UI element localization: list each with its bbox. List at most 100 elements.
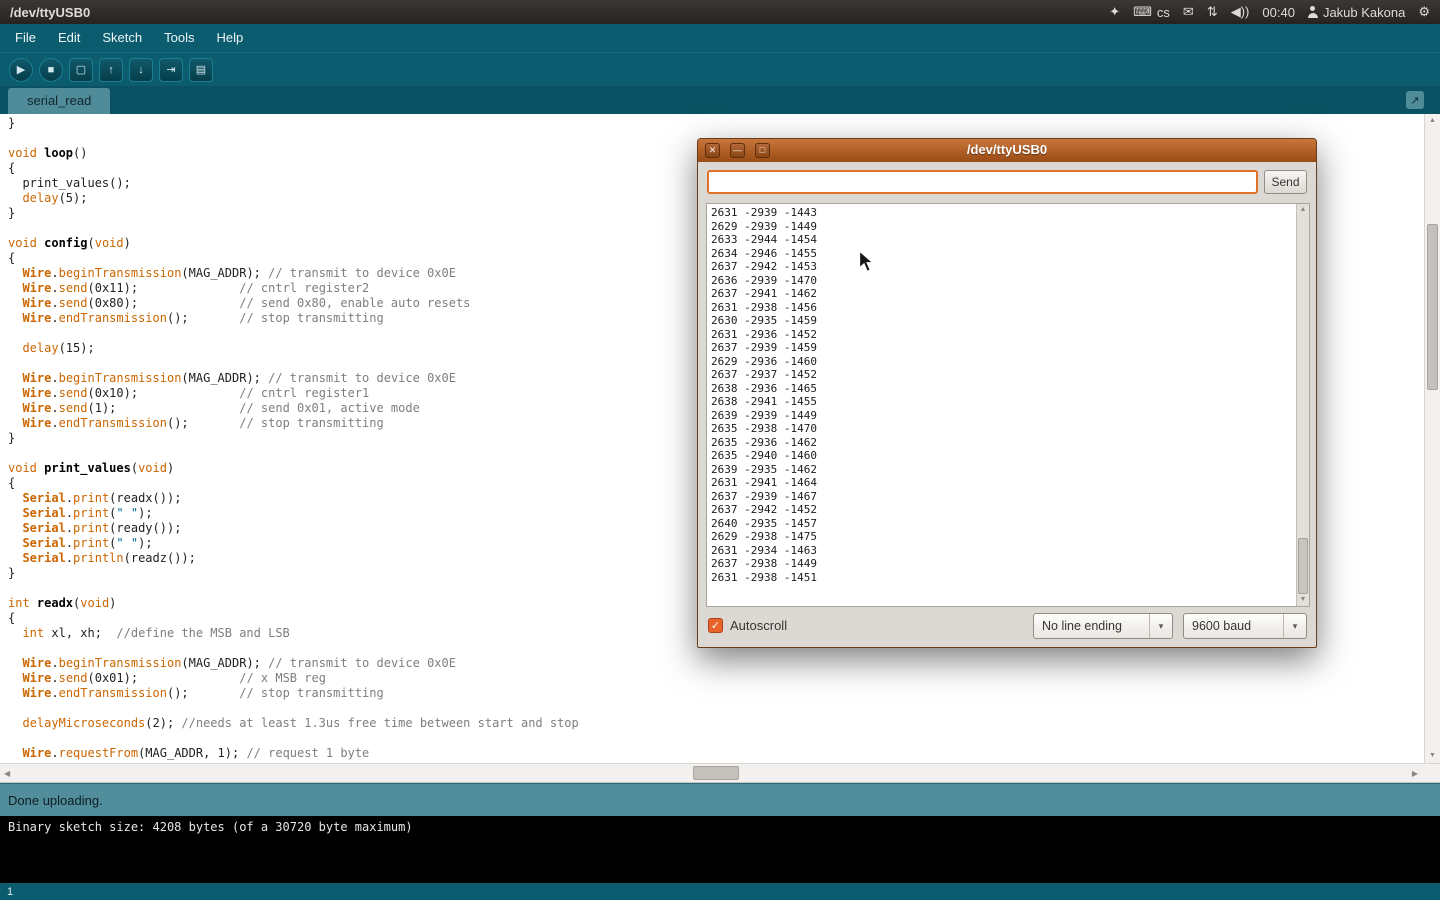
maximize-button[interactable]: □ bbox=[755, 143, 770, 158]
serial-monitor-button[interactable]: ▤ bbox=[189, 58, 213, 82]
scroll-right-icon[interactable]: ▶ bbox=[1412, 769, 1418, 778]
clock-text: 00:40 bbox=[1262, 5, 1295, 20]
editor-vscroll-thumb[interactable] bbox=[1427, 224, 1438, 390]
scroll-up-icon[interactable]: ▲ bbox=[1425, 116, 1440, 126]
verify-button[interactable]: ▶ bbox=[9, 58, 33, 82]
menu-item-help[interactable]: Help bbox=[205, 24, 254, 52]
down-arrow-icon: ↓ bbox=[138, 64, 144, 76]
serial-line: 2637 -2939 -1459 bbox=[711, 341, 1293, 355]
network-indicator-icon: ⇅ bbox=[1207, 4, 1218, 20]
serial-line: 2637 -2938 -1449 bbox=[711, 557, 1293, 571]
scroll-down-icon[interactable]: ▼ bbox=[1297, 595, 1309, 605]
code-line: Wire.endTransmission(); // stop transmit… bbox=[8, 686, 1418, 701]
menu-item-tools[interactable]: Tools bbox=[153, 24, 205, 52]
volume-indicator[interactable]: ◀)) bbox=[1231, 4, 1250, 20]
chevron-down-icon[interactable]: ▾ bbox=[1283, 614, 1306, 638]
serial-line: 2637 -2937 -1452 bbox=[711, 368, 1293, 382]
open-sketch-button[interactable]: ↑ bbox=[99, 58, 123, 82]
code-line bbox=[8, 701, 1418, 716]
session-menu-icon: ⚙ bbox=[1418, 4, 1430, 20]
serial-output: 2631 -2939 -14432629 -2939 -14492633 -29… bbox=[711, 206, 1293, 584]
autoscroll-label: Autoscroll bbox=[730, 618, 787, 633]
keyboard-indicator[interactable]: ⌨ cs bbox=[1133, 4, 1170, 20]
keyboard-indicator-icon: ⌨ bbox=[1133, 4, 1152, 20]
serial-line: 2634 -2946 -1455 bbox=[711, 247, 1293, 261]
scroll-down-icon[interactable]: ▼ bbox=[1425, 751, 1440, 761]
serial-monitor-title: /dev/ttyUSB0 bbox=[698, 142, 1316, 157]
serial-line: 2640 -2935 -1457 bbox=[711, 517, 1293, 531]
code-line: } bbox=[8, 116, 1418, 131]
serial-line: 2637 -2939 -1467 bbox=[711, 490, 1293, 504]
serial-line: 2631 -2938 -1451 bbox=[711, 571, 1293, 585]
editor-horizontal-scrollbar[interactable]: ◀ ▶ bbox=[0, 763, 1440, 783]
bluetooth-indicator[interactable]: ✦ bbox=[1109, 4, 1120, 20]
user-menu[interactable]: Jakub Kakona bbox=[1308, 5, 1405, 20]
maximize-icon: □ bbox=[760, 145, 765, 155]
up-arrow-icon: ↑ bbox=[108, 64, 114, 76]
code-line bbox=[8, 731, 1418, 746]
user-menu-text: Jakub Kakona bbox=[1323, 5, 1405, 20]
right-arrow-icon: ⇥ bbox=[166, 63, 175, 76]
editor-hscroll-thumb[interactable] bbox=[693, 766, 739, 780]
baud-rate-value: 9600 baud bbox=[1184, 619, 1283, 633]
serial-line: 2638 -2941 -1455 bbox=[711, 395, 1293, 409]
new-sketch-button[interactable]: ▢ bbox=[69, 58, 93, 82]
scroll-left-icon[interactable]: ◀ bbox=[4, 769, 10, 778]
menu-item-edit[interactable]: Edit bbox=[47, 24, 91, 52]
network-indicator[interactable]: ⇅ bbox=[1207, 4, 1218, 20]
tabbar: serial_read ↗ bbox=[0, 86, 1440, 114]
send-button[interactable]: Send bbox=[1264, 170, 1307, 194]
menubar: FileEditSketchToolsHelp bbox=[0, 24, 1440, 52]
console-line: Binary sketch size: 4208 bytes (of a 307… bbox=[8, 820, 413, 834]
console-output: Binary sketch size: 4208 bytes (of a 307… bbox=[0, 816, 1440, 883]
scroll-up-icon[interactable]: ▲ bbox=[1297, 205, 1309, 215]
line-number-strip: 1 bbox=[0, 883, 1440, 900]
editor-vertical-scrollbar[interactable]: ▲ ▼ bbox=[1424, 114, 1440, 763]
serial-send-input[interactable] bbox=[707, 170, 1258, 194]
save-sketch-button[interactable]: ↓ bbox=[129, 58, 153, 82]
upload-button[interactable]: ⇥ bbox=[159, 58, 183, 82]
serial-line: 2637 -2942 -1453 bbox=[711, 260, 1293, 274]
serial-line: 2631 -2941 -1464 bbox=[711, 476, 1293, 490]
mouse-cursor bbox=[858, 250, 878, 276]
serial-monitor-footer: ✓ Autoscroll No line ending ▾ 9600 baud … bbox=[698, 605, 1316, 647]
system-tray: ✦ ⌨ cs ✉ ⇅ ◀)) 00:40 Jakub Kakona ⚙ bbox=[1109, 4, 1430, 20]
serial-line: 2631 -2938 -1456 bbox=[711, 301, 1293, 315]
session-menu[interactable]: ⚙ bbox=[1418, 4, 1430, 20]
line-ending-value: No line ending bbox=[1034, 619, 1149, 633]
baud-rate-select[interactable]: 9600 baud ▾ bbox=[1183, 613, 1307, 639]
close-button[interactable]: ✕ bbox=[705, 143, 720, 158]
code-line: delayMicroseconds(2); //needs at least 1… bbox=[8, 716, 1418, 731]
stop-button[interactable]: ■ bbox=[39, 58, 63, 82]
tab-serial-read[interactable]: serial_read bbox=[8, 88, 110, 114]
serial-line: 2639 -2935 -1462 bbox=[711, 463, 1293, 477]
chevron-down-icon[interactable]: ▾ bbox=[1149, 614, 1172, 638]
autoscroll-checkbox[interactable]: ✓ bbox=[708, 618, 723, 633]
code-line: Wire.send(0x01); // x MSB reg bbox=[8, 671, 1418, 686]
serial-line: 2633 -2944 -1454 bbox=[711, 233, 1293, 247]
keyboard-indicator-text: cs bbox=[1157, 5, 1170, 20]
serial-monitor-window: /dev/ttyUSB0 ✕ — □ Send 2631 -2939 -1443… bbox=[697, 138, 1317, 648]
minimize-button[interactable]: — bbox=[730, 143, 745, 158]
mail-indicator[interactable]: ✉ bbox=[1183, 4, 1194, 20]
editor-corner-button[interactable]: ↗ bbox=[1406, 91, 1424, 109]
serial-monitor-titlebar[interactable]: /dev/ttyUSB0 ✕ — □ bbox=[698, 139, 1316, 162]
user-icon bbox=[1308, 6, 1318, 18]
status-message: Done uploading. bbox=[8, 793, 103, 808]
top-panel: /dev/ttyUSB0 ✦⌨cs✉⇅◀))00:40Jakub Kakona⚙ bbox=[0, 0, 1440, 24]
serial-output-scrollbar[interactable]: ▲ ▼ bbox=[1296, 204, 1309, 606]
clock[interactable]: 00:40 bbox=[1262, 5, 1295, 20]
serial-output-area[interactable]: 2631 -2939 -14432629 -2939 -14492633 -29… bbox=[706, 203, 1310, 607]
autoscroll-group[interactable]: ✓ Autoscroll bbox=[708, 618, 787, 633]
serial-scroll-thumb[interactable] bbox=[1298, 538, 1308, 594]
play-icon: ▶ bbox=[17, 63, 25, 76]
expand-icon: ↗ bbox=[1410, 94, 1419, 107]
cursor-line-number: 1 bbox=[7, 886, 13, 898]
status-bar: Done uploading. bbox=[0, 783, 1440, 816]
menu-item-sketch[interactable]: Sketch bbox=[91, 24, 153, 52]
menu-item-file[interactable]: File bbox=[4, 24, 47, 52]
toolbar: ▶ ■▢ ↑ ↓ ⇥ ▤ bbox=[0, 52, 1440, 86]
bluetooth-indicator-icon: ✦ bbox=[1109, 4, 1120, 20]
code-line: Wire.requestFrom(MAG_ADDR, 1); // reques… bbox=[8, 746, 1418, 761]
line-ending-select[interactable]: No line ending ▾ bbox=[1033, 613, 1173, 639]
